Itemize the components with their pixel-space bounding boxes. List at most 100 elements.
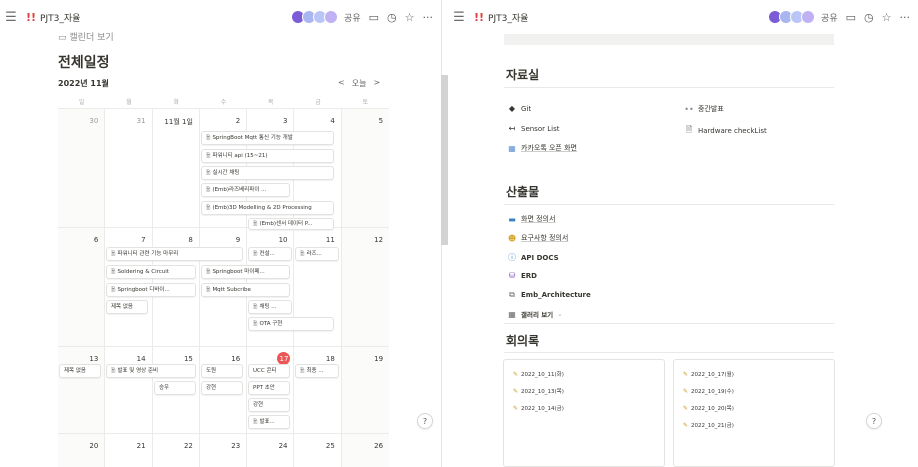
day-cell[interactable]: 21 — [105, 434, 153, 467]
today-button[interactable]: 오늘 — [352, 78, 367, 89]
page-icon: 🗎 — [253, 321, 258, 327]
menu-icon[interactable]: ☰ — [448, 10, 470, 25]
page-title[interactable]: PJT3_자율 — [488, 11, 528, 24]
avatar-group[interactable] — [768, 10, 816, 24]
calendar-event[interactable]: 🗎 (Emb)3D Modelling & 2D Processing — [201, 201, 334, 215]
link-git[interactable]: ◆ Git — [507, 104, 531, 113]
meeting-entry[interactable]: ✎ 2022_10_17(월) — [683, 370, 734, 379]
day-cell[interactable]: 26 — [341, 434, 390, 467]
calendar-event[interactable]: 승우 — [154, 381, 196, 395]
day-cell[interactable]: 19 — [341, 347, 390, 433]
day-number: 7 — [141, 236, 146, 244]
calendar-event[interactable]: 🗎 Springboot 디바이... — [106, 283, 196, 297]
day-cell[interactable]: 13 — [58, 347, 106, 433]
day-number: 23 — [231, 442, 241, 450]
day-number: 26 — [374, 442, 384, 450]
calendar-event[interactable]: 🗎 Soldering & Circuit — [106, 265, 196, 279]
meeting-entry[interactable]: ✎ 2022_10_13(목) — [513, 387, 564, 396]
day-cell[interactable]: 12 — [341, 228, 390, 346]
day-cell[interactable]: 11월 1일 — [153, 109, 200, 227]
day-number: 14 — [136, 355, 146, 363]
prev-month-button[interactable]: < — [338, 78, 345, 89]
more-icon[interactable]: ··· — [423, 11, 434, 24]
comment-icon[interactable]: ▭ — [369, 11, 379, 24]
clock-icon[interactable]: ◷ — [387, 11, 397, 24]
meeting-entry[interactable]: ✎ 2022_10_19(수) — [683, 387, 734, 396]
help-button[interactable]: ? — [866, 413, 882, 429]
share-button[interactable]: 공유 — [344, 11, 361, 24]
calendar-event[interactable]: 🗎 파워니티 관련 기능 마무리 — [106, 247, 243, 261]
more-icon[interactable]: ··· — [900, 11, 911, 24]
calendar-event[interactable]: 제목 없음 — [59, 364, 101, 378]
meeting-entry[interactable]: ✎ 2022_10_14(금) — [513, 404, 564, 413]
link-requirements-spec[interactable]: ☻ 요구사항 정의서 — [507, 233, 568, 243]
meeting-entry[interactable]: ✎ 2022_10_20(목) — [683, 404, 734, 413]
day-cell[interactable]: 14 — [105, 347, 153, 433]
divider — [504, 323, 834, 324]
calendar-event[interactable]: 도원 — [201, 364, 243, 378]
day-number: 9 — [235, 236, 241, 244]
calendar-event[interactable]: PPT 초안 — [248, 381, 290, 395]
menu-icon[interactable]: ☰ — [0, 10, 22, 25]
share-button[interactable]: 공유 — [821, 11, 838, 24]
comment-icon[interactable]: ▭ — [846, 11, 856, 24]
day-cell[interactable]: 24 — [247, 434, 295, 467]
avatar-group[interactable] — [291, 10, 339, 24]
calendar-event[interactable]: 🗎 최종 ... — [295, 364, 339, 378]
calendar-month: 2022년 11월 — [58, 79, 109, 88]
calendar-event[interactable]: 🗎 발표... — [248, 415, 290, 429]
star-icon[interactable]: ☆ — [882, 11, 892, 24]
day-cell[interactable]: 5 — [341, 109, 390, 227]
clock-icon[interactable]: ◷ — [864, 11, 874, 24]
page-icon: 🗎 — [206, 170, 211, 176]
page-title[interactable]: PJT3_자율 — [40, 11, 80, 24]
memo-icon: ✎ — [683, 421, 689, 429]
calendar-event[interactable]: UCC 콘티 — [248, 364, 290, 378]
link-midterm[interactable]: •• 중간발표 — [684, 104, 723, 114]
day-number: 6 — [93, 236, 99, 244]
calendar-event[interactable]: 🗎 OTA 구현 — [248, 317, 334, 331]
day-cell[interactable]: 25 — [295, 434, 342, 467]
day-cell[interactable]: 30 — [58, 109, 106, 227]
day-cell[interactable]: 6 — [58, 228, 106, 346]
calendar-event[interactable]: 🗎 라즈... — [295, 247, 339, 261]
day-cell[interactable]: 20 — [58, 434, 106, 467]
calendar-event[interactable]: 🗎 Mqtt Subcribe — [201, 283, 290, 297]
calendar-event[interactable]: 강현 — [248, 398, 290, 412]
calendar-event[interactable]: 🗎 Springboot 마이페... — [201, 265, 290, 279]
gallery-view-toggle[interactable]: ▦ 갤러리 보기 ⌄ — [507, 309, 562, 320]
calendar-view-toggle[interactable]: ▭ 캘린더 보기 — [58, 30, 114, 43]
calendar-event[interactable]: 🗎 발표 및 영상 준비 — [106, 364, 196, 378]
meeting-card[interactable]: ✎ 2022_10_11(화) ✎ 2022_10_13(목) ✎ 2022_10_1… — [503, 359, 665, 467]
next-month-button[interactable]: > — [373, 78, 380, 89]
page-icon: 🗎 — [300, 368, 305, 374]
memo-icon: ✎ — [683, 404, 689, 412]
link-kakao-screen[interactable]: ▦ 카카오톡 오픈 화면 — [507, 143, 577, 153]
day-cell[interactable]: 22 — [153, 434, 200, 467]
page-icon: 🗎 — [253, 221, 258, 227]
day-number: 16 — [231, 355, 241, 363]
link-hardware-checklist[interactable]: 🗎 Hardware checkList — [684, 124, 767, 138]
calendar-event[interactable]: 제목 없음 — [106, 300, 148, 314]
calendar-event[interactable]: 🗎 컨설... — [248, 247, 292, 261]
link-emb-architecture[interactable]: ⧉ Emb_Architecture — [507, 290, 591, 300]
link-api-docs[interactable]: ⓘ API DOCS — [507, 252, 559, 263]
calendar-event[interactable]: 🗎 채팅 ... — [248, 300, 292, 314]
calendar-event[interactable]: 🗎 SpringBoot Mqtt 통신 기능 개발 — [201, 131, 334, 145]
link-erd[interactable]: ⛁ ERD — [507, 271, 537, 280]
star-icon[interactable]: ☆ — [405, 11, 415, 24]
meeting-entry[interactable]: ✎ 2022_10_11(화) — [513, 370, 564, 379]
day-cell[interactable]: 23 — [200, 434, 248, 467]
calendar-event[interactable]: 🗎 실시간 채팅 — [201, 166, 334, 180]
link-sensor-list[interactable]: ↤ Sensor List — [507, 124, 560, 133]
meeting-entry[interactable]: ✎ 2022_10_21(금) — [683, 421, 734, 430]
scrollbar[interactable] — [441, 75, 448, 245]
calendar-event[interactable]: 🗎 (Emb)라즈베리파이 ... — [201, 183, 290, 197]
link-screen-spec[interactable]: ▬ 화면 정의서 — [507, 214, 555, 224]
day-cell[interactable]: 18 — [295, 347, 342, 433]
day-cell[interactable]: 31 — [105, 109, 153, 227]
calendar-event[interactable]: 강현 — [201, 381, 243, 395]
help-button[interactable]: ? — [417, 413, 433, 429]
calendar-event[interactable]: 🗎 파워니티 api (15~21) — [201, 149, 334, 163]
meeting-card[interactable]: ✎ 2022_10_17(월) ✎ 2022_10_19(수) ✎ 2022_10_2… — [673, 359, 835, 467]
